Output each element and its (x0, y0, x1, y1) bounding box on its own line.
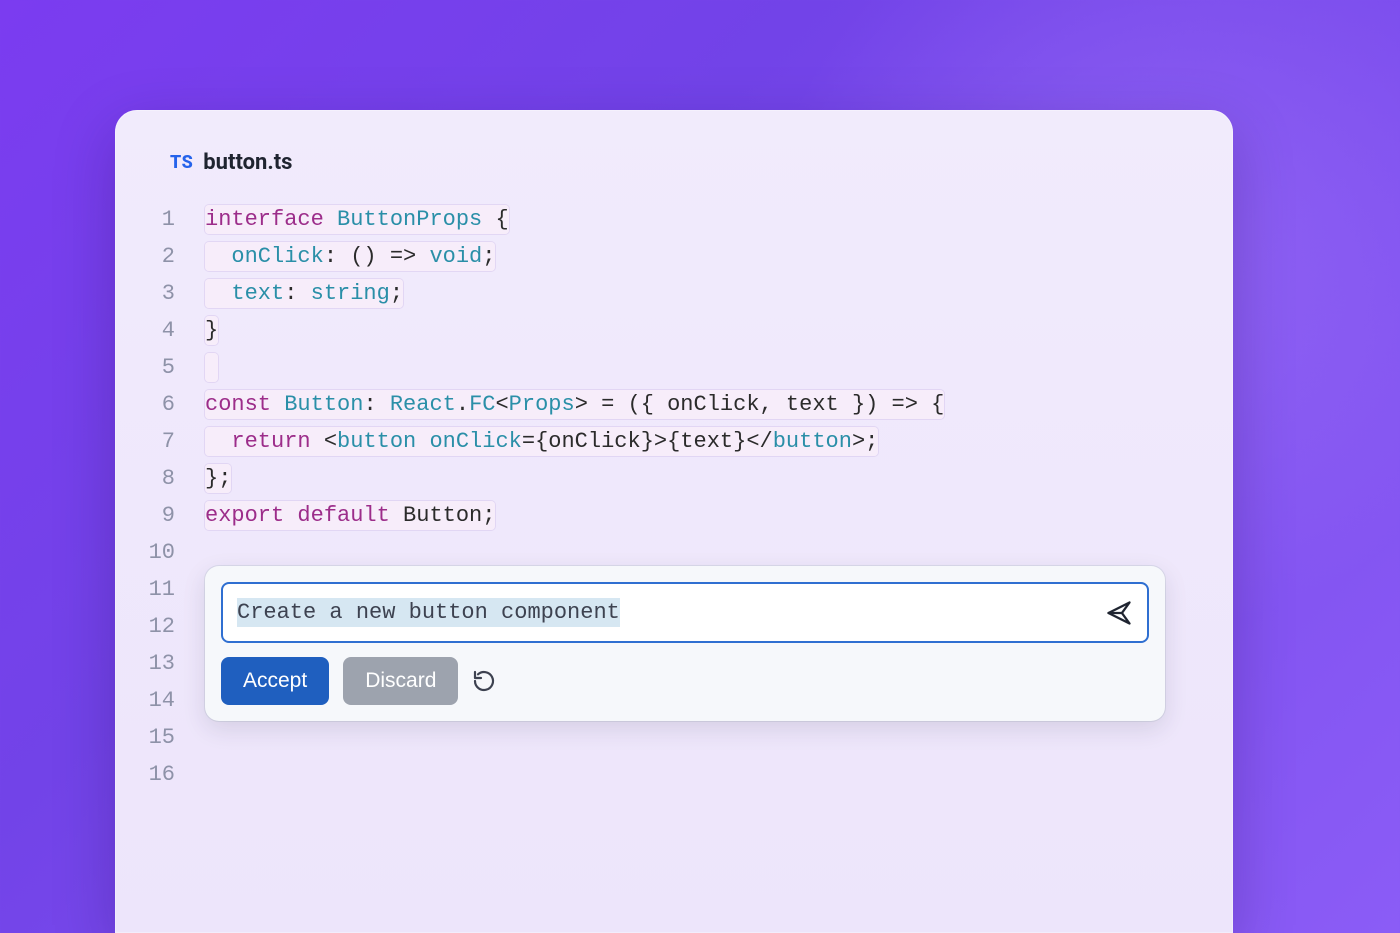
code-line: text: string; (205, 275, 1233, 312)
line-number-gutter: 12345678910111213141516 (115, 201, 205, 793)
discard-button[interactable]: Discard (343, 657, 458, 705)
send-icon[interactable] (1105, 599, 1133, 627)
line-number: 14 (115, 682, 175, 719)
code-line: export default Button; (205, 497, 1233, 534)
ai-prompt-panel: Create a new button component Accept Dis… (205, 566, 1165, 721)
ai-prompt-input-row: Create a new button component (221, 582, 1149, 643)
line-number: 3 (115, 275, 175, 312)
code-line: onClick: () => void; (205, 238, 1233, 275)
line-number: 7 (115, 423, 175, 460)
line-number: 2 (115, 238, 175, 275)
line-number: 4 (115, 312, 175, 349)
typescript-icon: TS (170, 152, 193, 173)
regenerate-icon[interactable] (472, 669, 496, 693)
code-line: const Button: React.FC<Props> = ({ onCli… (205, 386, 1233, 423)
line-number: 8 (115, 460, 175, 497)
line-number: 12 (115, 608, 175, 645)
code-line: } (205, 312, 1233, 349)
editor-card: TS button.ts 12345678910111213141516 int… (115, 110, 1233, 933)
file-name: button.ts (203, 150, 292, 175)
line-number: 16 (115, 756, 175, 793)
code-line: return <button onClick={onClick}>{text}<… (205, 423, 1233, 460)
line-number: 1 (115, 201, 175, 238)
ai-prompt-actions: Accept Discard (221, 657, 1149, 705)
line-number: 5 (115, 349, 175, 386)
line-number: 10 (115, 534, 175, 571)
editor-body: 12345678910111213141516 interface Button… (115, 201, 1233, 793)
code-line: interface ButtonProps { (205, 201, 1233, 238)
ai-prompt-input[interactable]: Create a new button component (237, 594, 1095, 631)
accept-button[interactable]: Accept (221, 657, 329, 705)
line-number: 15 (115, 719, 175, 756)
file-tab[interactable]: TS button.ts (115, 150, 1233, 175)
line-number: 9 (115, 497, 175, 534)
line-number: 11 (115, 571, 175, 608)
line-number: 6 (115, 386, 175, 423)
code-area[interactable]: interface ButtonProps { onClick: () => v… (205, 201, 1233, 534)
code-line (205, 349, 1233, 386)
line-number: 13 (115, 645, 175, 682)
code-line: }; (205, 460, 1233, 497)
